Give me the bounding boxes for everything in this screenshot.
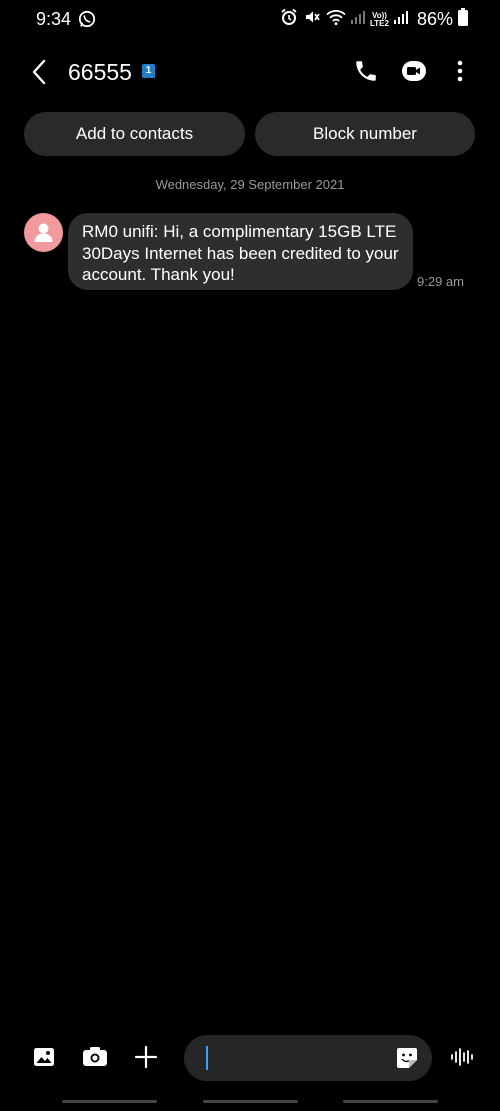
alarm-icon (280, 8, 298, 31)
navigation-bar (0, 1100, 500, 1106)
more-options-button[interactable] (450, 58, 470, 84)
nav-back-button[interactable] (343, 1100, 438, 1103)
message-bubble[interactable]: RM0 unifi: Hi, a complimentary 15GB LTE … (68, 213, 413, 290)
person-icon (34, 223, 53, 242)
phone-icon (356, 61, 376, 81)
voice-record-button[interactable] (450, 1045, 476, 1071)
sticker-icon (397, 1048, 417, 1068)
volte-indicator: Vo)) LTE2 (370, 10, 389, 28)
message-input[interactable] (184, 1035, 432, 1081)
block-number-button[interactable]: Block number (255, 112, 475, 156)
signal-icon-sim1 (351, 9, 365, 30)
gallery-icon (34, 1048, 54, 1066)
avatar[interactable] (24, 213, 63, 252)
contact-name: 66555 (68, 59, 132, 85)
date-separator: Wednesday, 29 September 2021 (155, 177, 345, 192)
whatsapp-notification-icon (78, 10, 96, 33)
video-icon (402, 61, 426, 81)
text-cursor (206, 1046, 208, 1070)
back-button[interactable] (28, 58, 52, 86)
wifi-icon (326, 8, 346, 31)
video-call-button[interactable] (401, 58, 427, 84)
call-button[interactable] (353, 58, 379, 84)
add-attachment-button[interactable] (134, 1045, 160, 1071)
conversation-header: 66555 1 (0, 52, 500, 92)
sticker-button[interactable] (396, 1047, 418, 1069)
status-time: 9:34 (36, 9, 72, 29)
nav-recents-button[interactable] (62, 1100, 157, 1103)
battery-icon (458, 8, 468, 31)
gallery-button[interactable] (32, 1045, 58, 1071)
camera-button[interactable] (82, 1045, 108, 1071)
message-time: 9:29 am (417, 274, 464, 289)
battery-percentage: 86% (416, 9, 453, 29)
mute-icon (303, 8, 321, 31)
more-vertical-icon (457, 60, 463, 82)
status-bar: 9:34 Vo)) LTE2 86% (0, 0, 500, 38)
signal-icon-sim2 (393, 9, 408, 30)
add-icon (134, 1045, 158, 1069)
back-arrow-icon (32, 59, 46, 85)
sim-badge: 1 (142, 64, 155, 78)
nav-home-button[interactable] (203, 1100, 298, 1103)
add-to-contacts-button[interactable]: Add to contacts (24, 112, 245, 156)
camera-icon (83, 1047, 107, 1066)
voice-icon (451, 1048, 473, 1066)
composer-bar (0, 1035, 500, 1081)
